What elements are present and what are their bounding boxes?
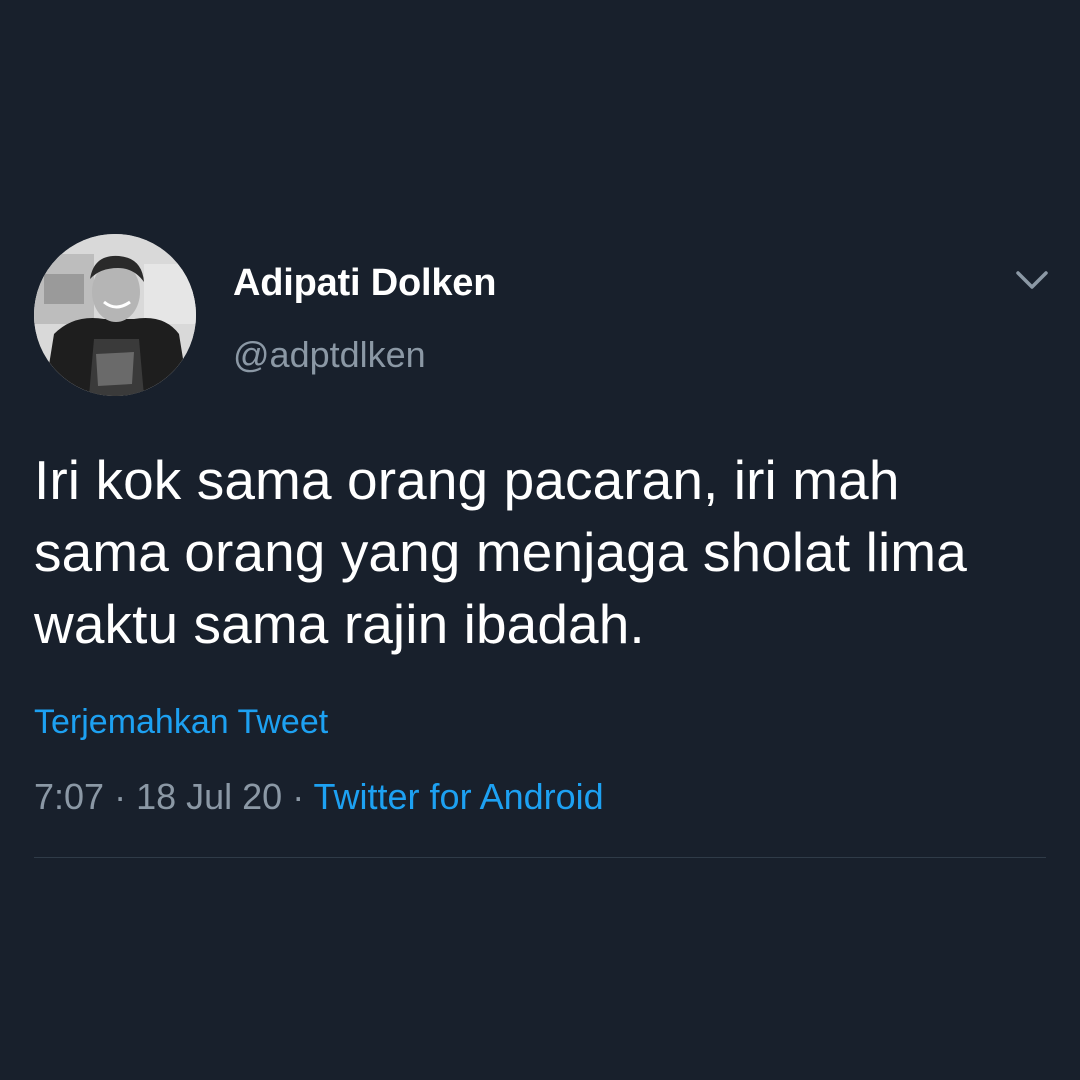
tweet-source-link[interactable]: Twitter for Android <box>314 776 604 817</box>
tweet-date: 18 Jul 20 <box>136 776 283 817</box>
avatar-photo <box>34 234 196 396</box>
tweet-time: 7:07 <box>34 776 105 817</box>
tweet-card: Adipati Dolken @adptdlken Iri kok sama o… <box>0 0 1080 1080</box>
chevron-down-icon[interactable] <box>1012 262 1052 298</box>
avatar[interactable] <box>34 234 196 396</box>
meta-separator: · <box>104 776 137 817</box>
author-display-name[interactable]: Adipati Dolken <box>233 262 496 305</box>
meta-separator: · <box>282 776 314 817</box>
translate-tweet-link[interactable]: Terjemahkan Tweet <box>34 703 328 742</box>
divider <box>34 857 1046 858</box>
tweet-text: Iri kok sama orang pacaran, iri mah sama… <box>34 449 967 655</box>
author-handle[interactable]: @adptdlken <box>233 334 426 376</box>
tweet-meta: 7:07 · 18 Jul 20 · Twitter for Android <box>34 776 604 818</box>
